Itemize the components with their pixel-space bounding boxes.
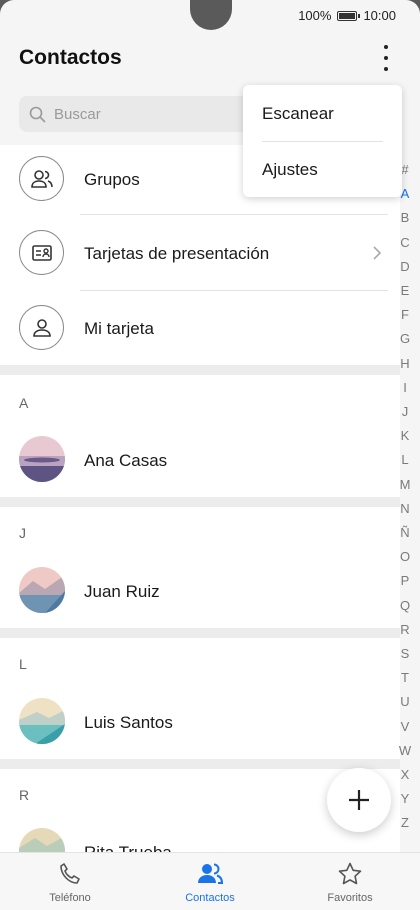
alphabet-letter[interactable]: U bbox=[395, 694, 415, 709]
phone-icon bbox=[60, 863, 80, 884]
alphabet-letter[interactable]: L bbox=[395, 452, 415, 467]
status-bar: 100% 10:00 bbox=[298, 8, 396, 23]
section-letter: L bbox=[19, 656, 27, 672]
avatar bbox=[19, 828, 65, 853]
alphabet-letter[interactable]: T bbox=[395, 670, 415, 685]
alphabet-letter[interactable]: H bbox=[395, 356, 415, 371]
alphabet-letter[interactable]: K bbox=[395, 428, 415, 443]
alphabet-letter[interactable]: W bbox=[395, 743, 415, 758]
alphabet-letter[interactable]: Ñ bbox=[395, 525, 415, 540]
avatar bbox=[19, 567, 65, 613]
chevron-right-icon bbox=[373, 246, 382, 260]
people-icon bbox=[19, 156, 64, 201]
contact-name: Luis Santos bbox=[84, 713, 173, 732]
battery-percent: 100% bbox=[298, 8, 332, 23]
alphabet-letter[interactable]: D bbox=[395, 259, 415, 274]
alphabet-letter[interactable]: F bbox=[395, 307, 415, 322]
divider bbox=[80, 214, 388, 215]
alphabet-letter[interactable]: Q bbox=[395, 598, 415, 613]
alphabet-letter[interactable]: P bbox=[395, 573, 415, 588]
search-icon bbox=[29, 106, 46, 122]
alphabet-letter[interactable]: X bbox=[395, 767, 415, 782]
alphabet-letter[interactable]: M bbox=[395, 477, 415, 492]
divider bbox=[80, 290, 388, 291]
alphabet-letter[interactable]: C bbox=[395, 235, 415, 250]
alphabet-letter[interactable]: J bbox=[395, 404, 415, 419]
alphabet-letter[interactable]: O bbox=[395, 549, 415, 564]
section-letter: J bbox=[19, 525, 26, 541]
contacts-icon bbox=[198, 863, 224, 884]
divider bbox=[262, 141, 383, 142]
list-item-label: Tarjetas de presentación bbox=[84, 244, 270, 263]
section-a: A Ana Casas bbox=[0, 375, 400, 497]
section-gap bbox=[0, 365, 400, 375]
page-title: Contactos bbox=[19, 46, 122, 69]
alphabet-letter[interactable]: N bbox=[395, 501, 415, 516]
tab-contacts[interactable]: Contactos bbox=[140, 853, 280, 910]
avatar bbox=[19, 436, 65, 482]
tab-phone[interactable]: Teléfono bbox=[0, 853, 140, 910]
alphabet-letter[interactable]: S bbox=[395, 646, 415, 661]
plus-icon bbox=[349, 790, 369, 810]
menu-item-settings[interactable]: Ajustes bbox=[262, 160, 318, 180]
alphabet-letter[interactable]: G bbox=[395, 331, 415, 346]
section-letter: A bbox=[19, 395, 29, 411]
alphabet-letter[interactable]: I bbox=[395, 380, 415, 395]
add-contact-button[interactable] bbox=[327, 768, 391, 832]
section-gap bbox=[0, 628, 400, 638]
tab-label: Teléfono bbox=[49, 892, 91, 904]
overflow-menu: Escanear Ajustes bbox=[243, 85, 402, 197]
bottom-navigation: Teléfono Contactos Favoritos bbox=[0, 852, 420, 910]
alphabet-letter[interactable]: R bbox=[395, 622, 415, 637]
person-icon bbox=[19, 305, 64, 350]
section-gap bbox=[0, 759, 400, 769]
business-card-icon bbox=[19, 230, 64, 275]
contact-name: Juan Ruiz bbox=[84, 582, 160, 601]
clock: 10:00 bbox=[363, 8, 396, 23]
section-l: L Luis Santos bbox=[0, 638, 400, 759]
avatar bbox=[19, 698, 65, 744]
section-j: J Juan Ruiz bbox=[0, 507, 400, 628]
alphabet-letter[interactable]: E bbox=[395, 283, 415, 298]
section-gap bbox=[0, 497, 400, 507]
tab-favorites[interactable]: Favoritos bbox=[280, 853, 420, 910]
star-icon bbox=[338, 862, 362, 885]
camera-notch bbox=[190, 0, 232, 30]
list-item-label: Mi tarjeta bbox=[84, 319, 154, 338]
search-placeholder: Buscar bbox=[54, 105, 101, 123]
section-letter: R bbox=[19, 787, 30, 803]
battery-icon bbox=[337, 10, 361, 21]
more-options-icon[interactable] bbox=[376, 45, 396, 71]
phone-screen: 100% 10:00 Contactos Buscar Grupos Tarje… bbox=[0, 0, 420, 910]
list-item-label: Grupos bbox=[84, 170, 140, 189]
alphabet-letter[interactable]: Z bbox=[395, 815, 415, 830]
alphabet-letter[interactable]: V bbox=[395, 719, 415, 734]
tab-label: Favoritos bbox=[327, 892, 373, 904]
contact-name: Ana Casas bbox=[84, 451, 168, 470]
search-input[interactable]: Buscar bbox=[19, 96, 259, 132]
alphabet-letter[interactable]: Y bbox=[395, 791, 415, 806]
tab-label: Contactos bbox=[185, 892, 235, 904]
menu-item-scan[interactable]: Escanear bbox=[262, 104, 334, 124]
alphabet-letter[interactable]: B bbox=[395, 210, 415, 225]
